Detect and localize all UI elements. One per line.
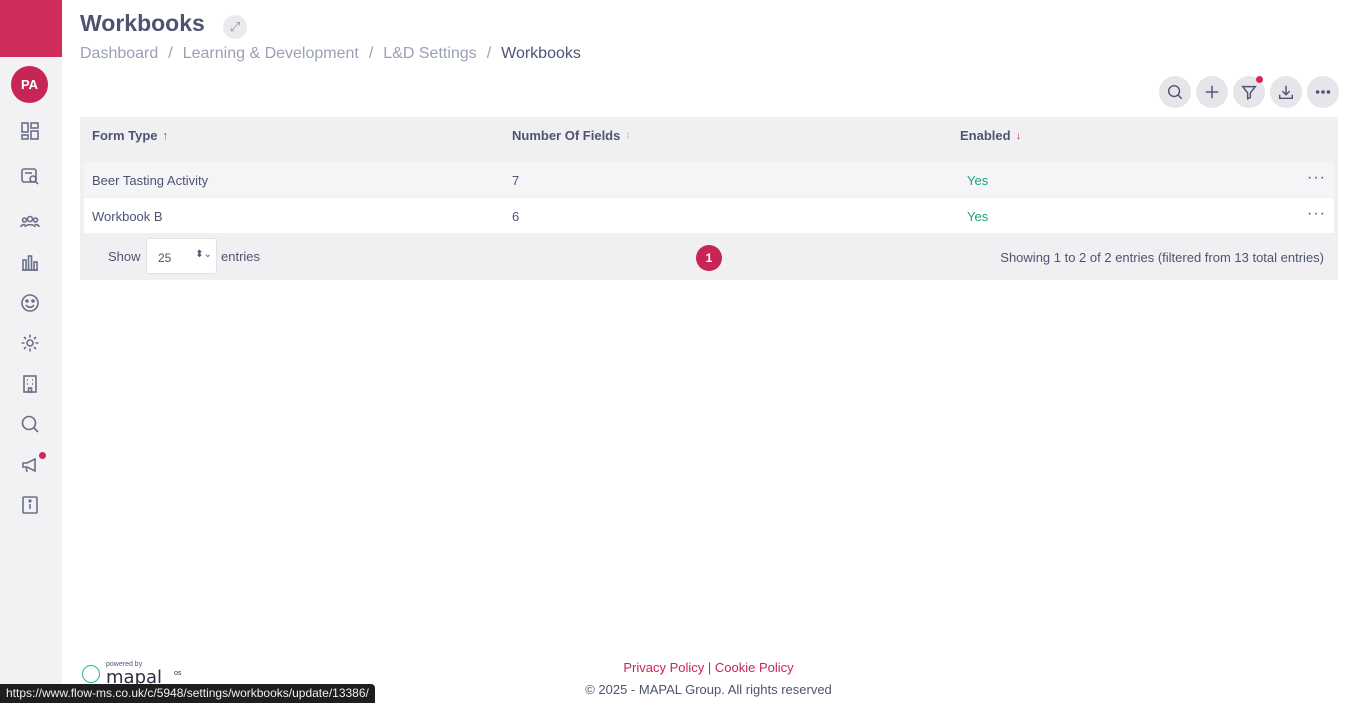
status-url-tooltip: https://www.flow-ms.co.uk/c/5948/setting…	[0, 684, 375, 703]
breadcrumb-separator: /	[168, 45, 173, 62]
column-label: Number Of Fields	[512, 128, 621, 143]
workbooks-table: Form Type ↑ Number Of Fields ↕ Enabled ↓…	[80, 117, 1338, 280]
sort-desc-icon: ↓	[1015, 129, 1022, 142]
table-row[interactable]: Workbook B 6 Yes ···	[84, 198, 1334, 233]
gear-icon[interactable]	[18, 331, 42, 355]
sort-asc-icon: ↑	[162, 129, 169, 142]
cell-number-of-fields: 7	[512, 173, 520, 188]
sidebar: PA	[0, 0, 62, 703]
entries-summary: Showing 1 to 2 of 2 entries (filtered fr…	[1000, 250, 1324, 265]
search-icon[interactable]	[18, 412, 42, 436]
more-button[interactable]	[1307, 76, 1339, 108]
search-button[interactable]	[1159, 76, 1191, 108]
building-icon[interactable]	[18, 372, 42, 396]
column-header-enabled[interactable]: Enabled ↓	[960, 128, 1021, 143]
breadcrumb-learning-development[interactable]: Learning & Development	[183, 45, 359, 63]
page-title: Workbooks	[80, 10, 205, 36]
breadcrumb-separator: /	[368, 45, 374, 62]
table-footer: Show 25 ⬍⌄ entries 1 Showing 1 to 2 of 2…	[80, 235, 1338, 280]
people-icon[interactable]	[18, 210, 42, 234]
entries-label: entries	[221, 249, 261, 264]
filter-notification-dot	[1256, 76, 1263, 83]
expand-icon[interactable]: ⤢	[223, 15, 247, 39]
search-form-icon[interactable]	[18, 164, 42, 188]
breadcrumb-dashboard[interactable]: Dashboard	[80, 45, 158, 63]
dashboard-icon[interactable]	[18, 119, 42, 143]
search-icon	[1167, 84, 1183, 100]
breadcrumb-current: Workbooks	[501, 45, 581, 62]
column-header-form-type[interactable]: Form Type ↑	[92, 128, 168, 143]
download-icon	[1278, 85, 1294, 100]
plus-icon	[1205, 85, 1219, 99]
policy-links[interactable]: Privacy Policy | Cookie Policy	[0, 660, 1349, 675]
show-label: Show	[108, 249, 141, 264]
cell-number-of-fields: 6	[512, 209, 520, 224]
filter-icon	[1241, 85, 1257, 100]
table-header: Form Type ↑ Number Of Fields ↕ Enabled ↓	[80, 117, 1338, 153]
column-header-number-of-fields[interactable]: Number Of Fields ↕	[512, 128, 630, 143]
row-actions-icon[interactable]: ···	[1307, 205, 1326, 223]
cell-form-type: Beer Tasting Activity	[92, 173, 209, 188]
column-label: Enabled	[960, 128, 1011, 143]
user-avatar[interactable]: PA	[11, 66, 48, 103]
page-size-value: 25	[158, 251, 172, 265]
table-toolbar	[1159, 76, 1339, 108]
smiley-icon[interactable]	[18, 291, 42, 315]
download-button[interactable]	[1270, 76, 1302, 108]
more-icon	[1315, 90, 1331, 94]
brand-block[interactable]	[0, 0, 62, 57]
bar-chart-icon[interactable]	[18, 250, 42, 274]
breadcrumb-separator: /	[486, 45, 492, 62]
cell-enabled: Yes	[967, 209, 989, 224]
row-actions-icon[interactable]: ···	[1307, 169, 1326, 187]
info-icon[interactable]	[18, 493, 42, 517]
notification-dot	[39, 452, 46, 459]
column-label: Form Type	[92, 128, 158, 143]
breadcrumb-ld-settings[interactable]: L&D Settings	[383, 45, 476, 63]
breadcrumb: Dashboard / Learning & Development / L&D…	[80, 45, 581, 63]
select-arrows-icon: ⬍⌄	[195, 249, 212, 260]
page-size-select[interactable]: 25 ⬍⌄	[146, 238, 217, 274]
cell-form-type: Workbook B	[92, 209, 163, 224]
sort-none-icon: ↕	[625, 130, 631, 141]
table-row[interactable]: Beer Tasting Activity 7 Yes ···	[84, 162, 1334, 197]
add-button[interactable]	[1196, 76, 1228, 108]
filter-button[interactable]	[1233, 76, 1265, 108]
pagination-page-button[interactable]: 1	[696, 245, 722, 271]
cell-enabled: Yes	[967, 173, 989, 188]
